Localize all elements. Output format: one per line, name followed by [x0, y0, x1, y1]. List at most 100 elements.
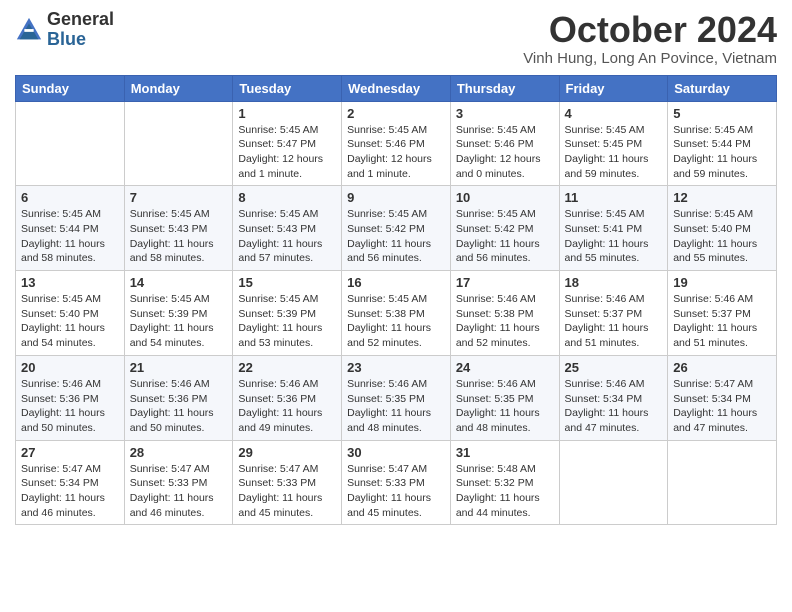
calendar-cell: 19 Sunrise: 5:46 AM Sunset: 5:37 PM Dayli… [668, 271, 777, 356]
day-of-week-header: Sunday [16, 75, 125, 101]
calendar-cell: 17Sunrise: 5:46 AM Sunset: 5:38 PM Dayli… [450, 271, 559, 356]
day-number: 3 [456, 106, 554, 121]
calendar-cell: 25 Sunrise: 5:46 AM Sunset: 5:34 PM Dayli… [559, 355, 668, 440]
day-info: Sunrise: 5:45 AM Sunset: 5:39 PM Dayligh… [130, 292, 228, 351]
day-info: Sunrise: 5:48 AM Sunset: 5:32 PM Dayligh… [456, 462, 554, 521]
day-of-week-header: Saturday [668, 75, 777, 101]
calendar-cell: 28 Sunrise: 5:47 AM Sunset: 5:33 PM Dayli… [124, 440, 233, 525]
calendar-cell: 10 Sunrise: 5:45 AM Sunset: 5:42 PM Dayli… [450, 186, 559, 271]
day-number: 12 [673, 190, 771, 205]
day-info: Sunrise: 5:47 AM Sunset: 5:34 PM Dayligh… [21, 462, 119, 521]
day-info: Sunrise: 5:47 AM Sunset: 5:33 PM Dayligh… [238, 462, 336, 521]
day-info: Sunrise: 5:46 AM Sunset: 5:34 PM Dayligh… [565, 377, 663, 436]
calendar-cell: 21 Sunrise: 5:46 AM Sunset: 5:36 PM Dayli… [124, 355, 233, 440]
calendar-cell: 26Sunrise: 5:47 AM Sunset: 5:34 PM Dayli… [668, 355, 777, 440]
day-number: 10 [456, 190, 554, 205]
day-number: 6 [21, 190, 119, 205]
day-number: 8 [238, 190, 336, 205]
day-info: Sunrise: 5:45 AM Sunset: 5:47 PM Dayligh… [238, 123, 336, 182]
day-number: 5 [673, 106, 771, 121]
day-info: Sunrise: 5:46 AM Sunset: 5:36 PM Dayligh… [238, 377, 336, 436]
day-number: 16 [347, 275, 445, 290]
day-number: 20 [21, 360, 119, 375]
day-info: Sunrise: 5:46 AM Sunset: 5:36 PM Dayligh… [21, 377, 119, 436]
calendar-week-row: 6 Sunrise: 5:45 AM Sunset: 5:44 PM Daylig… [16, 186, 777, 271]
day-number: 2 [347, 106, 445, 121]
day-info: Sunrise: 5:45 AM Sunset: 5:38 PM Dayligh… [347, 292, 445, 351]
day-number: 11 [565, 190, 663, 205]
day-number: 27 [21, 445, 119, 460]
day-number: 30 [347, 445, 445, 460]
location-subtitle: Vinh Hung, Long An Povince, Vietnam [523, 50, 777, 67]
logo-blue-text: Blue [47, 30, 114, 50]
day-number: 31 [456, 445, 554, 460]
day-info: Sunrise: 5:45 AM Sunset: 5:44 PM Dayligh… [21, 207, 119, 266]
day-info: Sunrise: 5:45 AM Sunset: 5:46 PM Dayligh… [347, 123, 445, 182]
calendar-cell: 23Sunrise: 5:46 AM Sunset: 5:35 PM Dayli… [342, 355, 451, 440]
day-info: Sunrise: 5:46 AM Sunset: 5:37 PM Dayligh… [565, 292, 663, 351]
day-info: Sunrise: 5:45 AM Sunset: 5:40 PM Dayligh… [673, 207, 771, 266]
calendar-cell: 18 Sunrise: 5:46 AM Sunset: 5:37 PM Dayli… [559, 271, 668, 356]
day-number: 26 [673, 360, 771, 375]
day-number: 29 [238, 445, 336, 460]
day-of-week-header: Thursday [450, 75, 559, 101]
day-info: Sunrise: 5:46 AM Sunset: 5:36 PM Dayligh… [130, 377, 228, 436]
day-of-week-header: Monday [124, 75, 233, 101]
calendar-cell: 12 Sunrise: 5:45 AM Sunset: 5:40 PM Dayli… [668, 186, 777, 271]
calendar-week-row: 1Sunrise: 5:45 AM Sunset: 5:47 PM Daylig… [16, 101, 777, 186]
day-number: 21 [130, 360, 228, 375]
day-number: 4 [565, 106, 663, 121]
calendar-cell: 6 Sunrise: 5:45 AM Sunset: 5:44 PM Daylig… [16, 186, 125, 271]
logo-text: General Blue [47, 10, 114, 50]
calendar-cell [124, 101, 233, 186]
day-number: 24 [456, 360, 554, 375]
calendar-cell: 2 Sunrise: 5:45 AM Sunset: 5:46 PM Daylig… [342, 101, 451, 186]
calendar-cell: 1Sunrise: 5:45 AM Sunset: 5:47 PM Daylig… [233, 101, 342, 186]
day-info: Sunrise: 5:46 AM Sunset: 5:35 PM Dayligh… [347, 377, 445, 436]
day-number: 19 [673, 275, 771, 290]
day-info: Sunrise: 5:45 AM Sunset: 5:39 PM Dayligh… [238, 292, 336, 351]
day-info: Sunrise: 5:46 AM Sunset: 5:37 PM Dayligh… [673, 292, 771, 351]
day-info: Sunrise: 5:45 AM Sunset: 5:42 PM Dayligh… [456, 207, 554, 266]
calendar-cell: 8 Sunrise: 5:45 AM Sunset: 5:43 PM Daylig… [233, 186, 342, 271]
day-number: 28 [130, 445, 228, 460]
day-number: 17 [456, 275, 554, 290]
calendar-week-row: 13 Sunrise: 5:45 AM Sunset: 5:40 PM Dayli… [16, 271, 777, 356]
day-info: Sunrise: 5:45 AM Sunset: 5:43 PM Dayligh… [238, 207, 336, 266]
day-info: Sunrise: 5:45 AM Sunset: 5:40 PM Dayligh… [21, 292, 119, 351]
day-info: Sunrise: 5:45 AM Sunset: 5:43 PM Dayligh… [130, 207, 228, 266]
calendar-cell [559, 440, 668, 525]
calendar-cell [668, 440, 777, 525]
day-of-week-header: Friday [559, 75, 668, 101]
day-number: 15 [238, 275, 336, 290]
calendar-table: SundayMondayTuesdayWednesdayThursdayFrid… [15, 75, 777, 526]
calendar-cell: 16 Sunrise: 5:45 AM Sunset: 5:38 PM Dayli… [342, 271, 451, 356]
calendar-cell: 24 Sunrise: 5:46 AM Sunset: 5:35 PM Dayli… [450, 355, 559, 440]
day-number: 9 [347, 190, 445, 205]
day-number: 7 [130, 190, 228, 205]
day-number: 25 [565, 360, 663, 375]
calendar-cell: 31 Sunrise: 5:48 AM Sunset: 5:32 PM Dayli… [450, 440, 559, 525]
day-info: Sunrise: 5:47 AM Sunset: 5:33 PM Dayligh… [130, 462, 228, 521]
logo-icon [15, 16, 43, 44]
day-number: 18 [565, 275, 663, 290]
month-title: October 2024 [523, 10, 777, 50]
calendar-cell: 9Sunrise: 5:45 AM Sunset: 5:42 PM Daylig… [342, 186, 451, 271]
logo: General Blue [15, 10, 114, 50]
calendar-cell: 27 Sunrise: 5:47 AM Sunset: 5:34 PM Dayli… [16, 440, 125, 525]
day-number: 14 [130, 275, 228, 290]
calendar-cell: 4Sunrise: 5:45 AM Sunset: 5:45 PM Daylig… [559, 101, 668, 186]
calendar-cell: 3 Sunrise: 5:45 AM Sunset: 5:46 PM Daylig… [450, 101, 559, 186]
title-block: October 2024 Vinh Hung, Long An Povince,… [523, 10, 777, 67]
logo-general-text: General [47, 10, 114, 30]
day-of-week-header: Wednesday [342, 75, 451, 101]
calendar-cell: 5 Sunrise: 5:45 AM Sunset: 5:44 PM Daylig… [668, 101, 777, 186]
day-info: Sunrise: 5:45 AM Sunset: 5:44 PM Dayligh… [673, 123, 771, 182]
day-info: Sunrise: 5:45 AM Sunset: 5:46 PM Dayligh… [456, 123, 554, 182]
day-number: 13 [21, 275, 119, 290]
day-info: Sunrise: 5:46 AM Sunset: 5:35 PM Dayligh… [456, 377, 554, 436]
calendar-cell: 14 Sunrise: 5:45 AM Sunset: 5:39 PM Dayli… [124, 271, 233, 356]
day-info: Sunrise: 5:47 AM Sunset: 5:33 PM Dayligh… [347, 462, 445, 521]
calendar-header-row: SundayMondayTuesdayWednesdayThursdayFrid… [16, 75, 777, 101]
calendar-week-row: 20 Sunrise: 5:46 AM Sunset: 5:36 PM Dayli… [16, 355, 777, 440]
